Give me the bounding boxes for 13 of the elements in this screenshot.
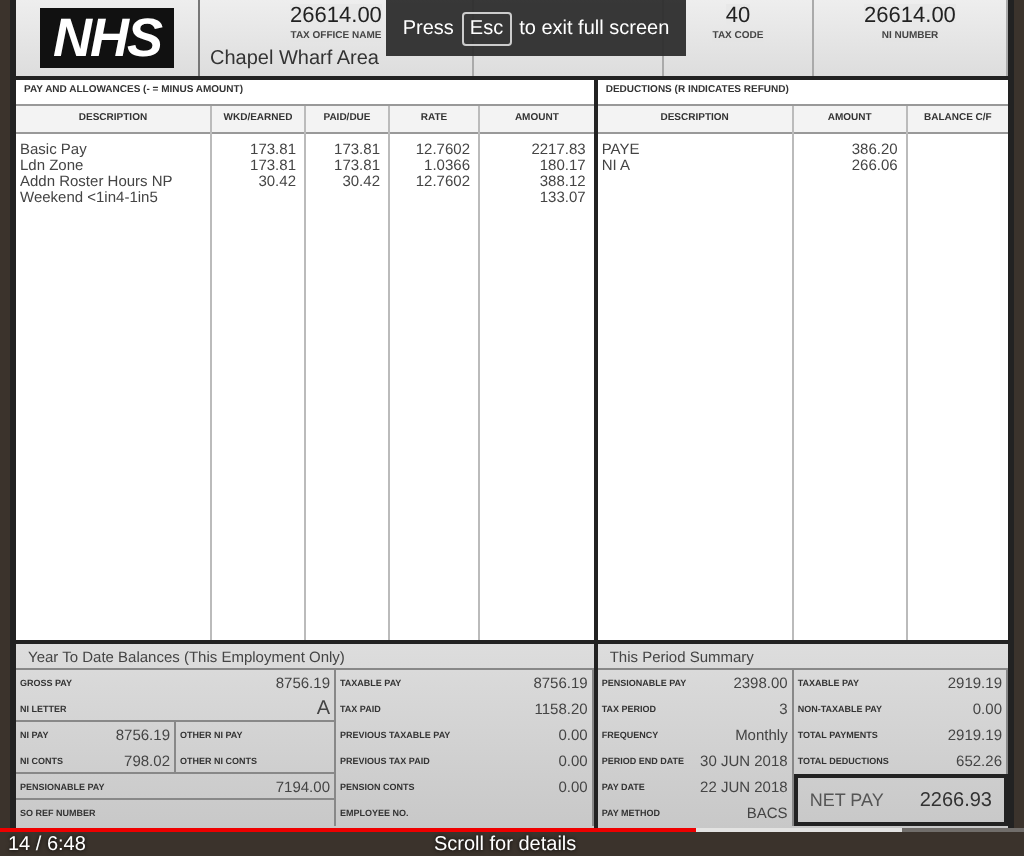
scroll-hint: Scroll for details <box>434 834 577 856</box>
field-value: A <box>316 697 330 720</box>
header-value: 26614.00 <box>290 4 382 28</box>
logo: NHS <box>40 7 173 68</box>
net-pay-label: NET PAY <box>809 790 884 811</box>
video-time: 14 / 6:48 <box>8 834 86 856</box>
keyboard-key: Esc <box>461 11 512 45</box>
header-value: 40 <box>725 4 751 28</box>
toast-text: Press <box>402 17 454 39</box>
header-value: Chapel Wharf Area <box>210 48 379 70</box>
net-pay-value: 2266.93 <box>919 789 992 812</box>
header-value: 26614.00 <box>864 4 956 28</box>
toast-text: to exit full screen <box>519 17 670 39</box>
